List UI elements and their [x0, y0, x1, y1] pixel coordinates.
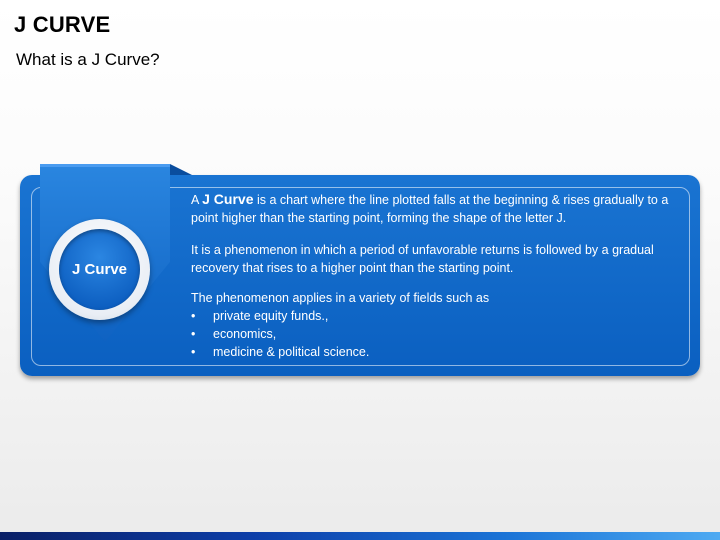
fields-intro: The phenomenon applies in a variety of f…	[191, 291, 490, 305]
slide-title: J CURVE	[14, 12, 111, 37]
list-item-text: private equity funds.,	[213, 309, 329, 323]
bullet-icon: •	[191, 327, 196, 341]
footer-bar	[0, 532, 720, 540]
slide-subtitle: What is a J Curve?	[16, 50, 160, 69]
definition-prefix: A	[191, 193, 203, 207]
body-text: A J Curve is a chart where the line plot…	[191, 190, 691, 361]
definition-paragraph: A J Curve is a chart where the line plot…	[191, 190, 691, 227]
definition-text: is a chart where the line plotted falls …	[191, 193, 669, 225]
fields-list: • private equity funds., • economics, • …	[191, 307, 691, 361]
bullet-icon: •	[191, 345, 196, 359]
list-item-text: medicine & political science.	[213, 345, 370, 359]
badge-circle: J Curve	[59, 229, 140, 310]
list-item: • economics,	[191, 325, 691, 343]
list-item: • medicine & political science.	[191, 343, 691, 361]
list-item: • private equity funds.,	[191, 307, 691, 325]
badge-label: J Curve	[71, 261, 128, 278]
ribbon-fold	[170, 164, 192, 175]
phenomenon-paragraph: It is a phenomenon in which a period of …	[191, 243, 654, 275]
list-item-text: economics,	[213, 327, 277, 341]
definition-term: J Curve	[202, 191, 254, 207]
bullet-icon: •	[191, 309, 196, 323]
ribbon-highlight	[40, 164, 170, 167]
